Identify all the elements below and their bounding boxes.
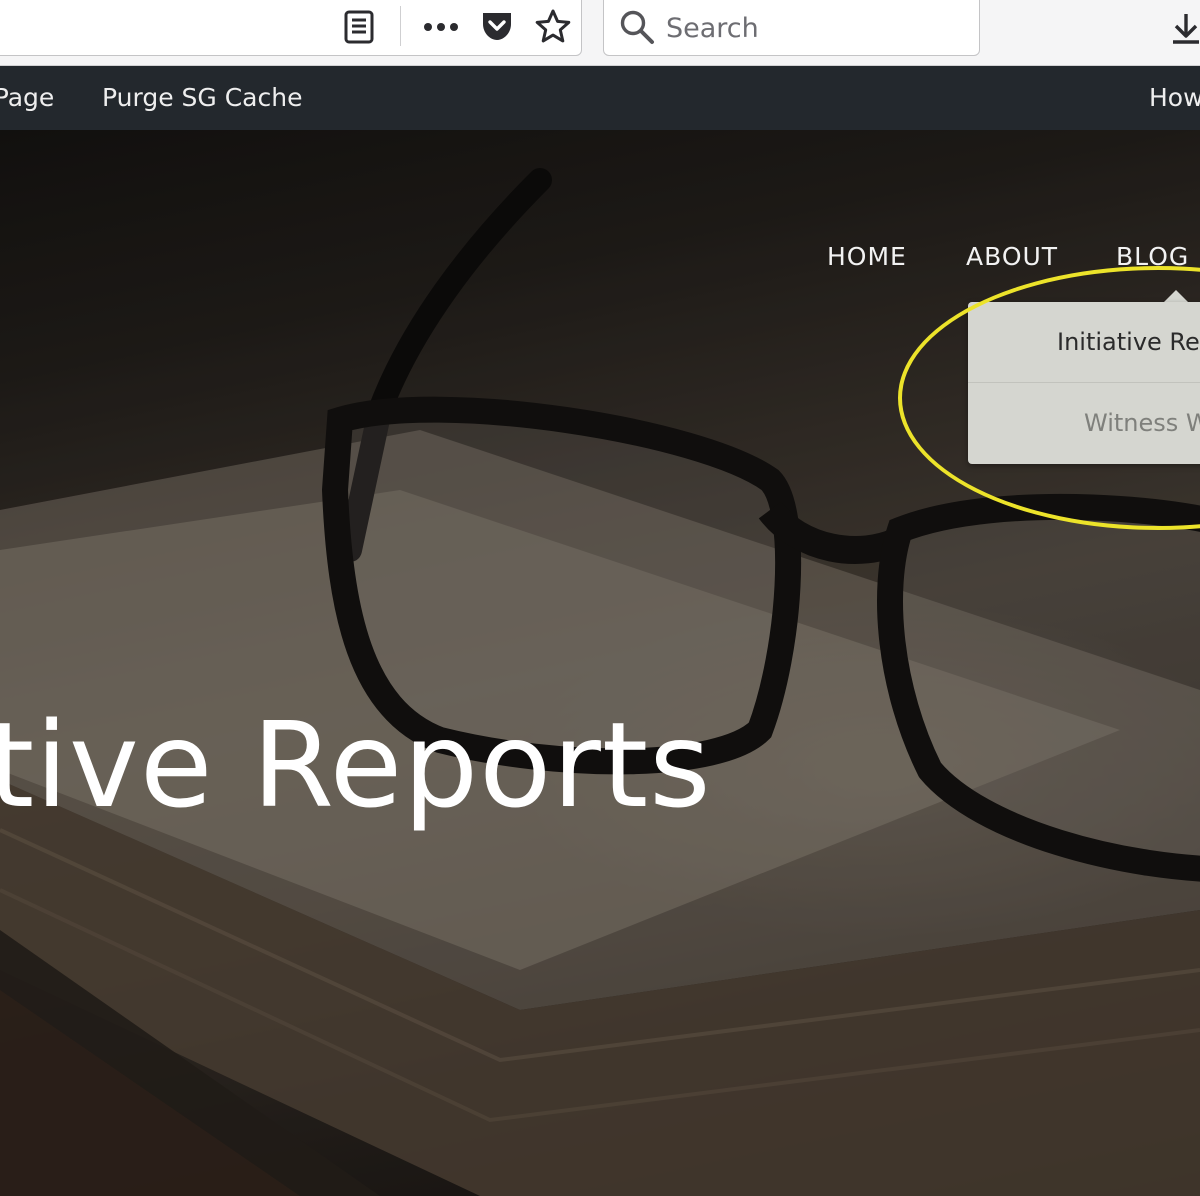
hero-section: HOME ABOUT BLOG Initiative Re Witness W … — [0, 130, 1200, 1196]
reader-view-icon[interactable] — [340, 8, 378, 46]
admin-bar-howdy-link[interactable]: How — [1149, 66, 1200, 130]
search-input[interactable] — [666, 6, 966, 50]
pocket-icon[interactable] — [476, 6, 518, 46]
magnifier-icon — [616, 6, 658, 48]
page-title: tive Reports — [0, 696, 712, 834]
url-bar-divider — [400, 6, 401, 46]
admin-bar: t Page Purge SG Cache How — [0, 66, 1200, 130]
more-actions-icon[interactable] — [420, 8, 462, 46]
browser-toolbar — [0, 0, 1200, 66]
admin-bar-purge-cache-link[interactable]: Purge SG Cache — [102, 66, 302, 130]
download-icon[interactable] — [1166, 8, 1200, 48]
nav-about-link[interactable]: ABOUT — [966, 242, 1058, 278]
nav-home-link[interactable]: HOME — [827, 242, 907, 278]
star-bookmark-icon[interactable] — [532, 6, 574, 46]
admin-bar-edit-page-link[interactable]: t Page — [0, 66, 54, 130]
